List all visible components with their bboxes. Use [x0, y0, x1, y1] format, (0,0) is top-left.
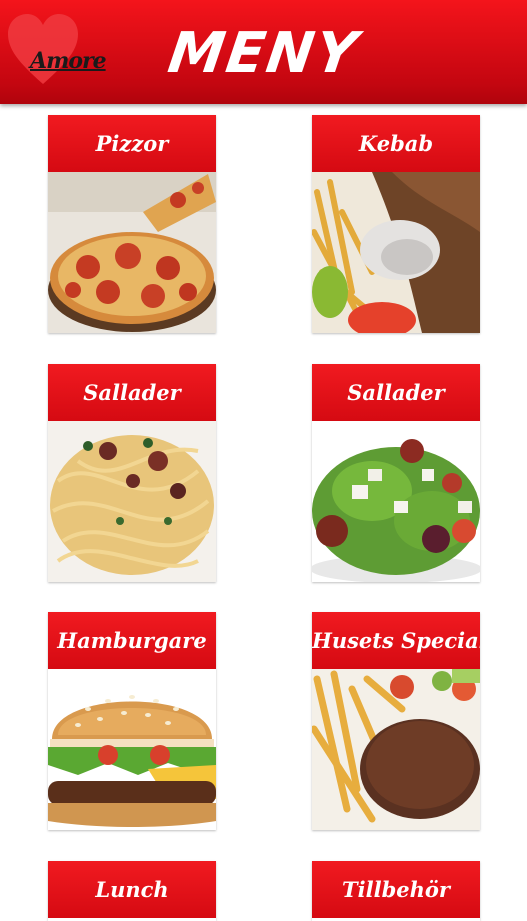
menu-tile-pizzor[interactable]: Pizzor	[48, 115, 216, 333]
page-title: MENY	[164, 21, 363, 86]
pizza-photo	[48, 172, 216, 333]
menu-tile-tillbehor[interactable]: Tillbehör	[312, 861, 480, 921]
pasta-photo	[48, 421, 216, 582]
menu-tile-kebab[interactable]: Kebab	[312, 115, 480, 333]
menu-tile-sallader-salad[interactable]: Sallader	[312, 364, 480, 582]
menu-tile-sallader-pasta[interactable]: Sallader	[48, 364, 216, 582]
menu-tile-label: Sallader	[48, 364, 216, 421]
menu-tile-hamburgare[interactable]: Hamburgare	[48, 612, 216, 830]
menu-tile-label: Pizzor	[48, 115, 216, 172]
menu-tile-husets-special[interactable]: Husets Special	[312, 612, 480, 830]
burger-photo	[48, 669, 216, 830]
menu-tile-lunch[interactable]: Lunch	[48, 861, 216, 921]
app-header: Amore MENY	[0, 0, 527, 104]
menu-tile-label: Tillbehör	[312, 861, 480, 918]
greek-salad-photo	[312, 421, 480, 582]
menu-tile-label: Sallader	[312, 364, 480, 421]
menu-tile-label: Lunch	[48, 861, 216, 918]
steak-fries-photo	[312, 669, 480, 830]
kebab-plate-photo	[312, 172, 480, 333]
menu-tile-label: Hamburgare	[48, 612, 216, 669]
menu-tile-label: Kebab	[312, 115, 480, 172]
menu-tile-label: Husets Special	[312, 612, 480, 669]
